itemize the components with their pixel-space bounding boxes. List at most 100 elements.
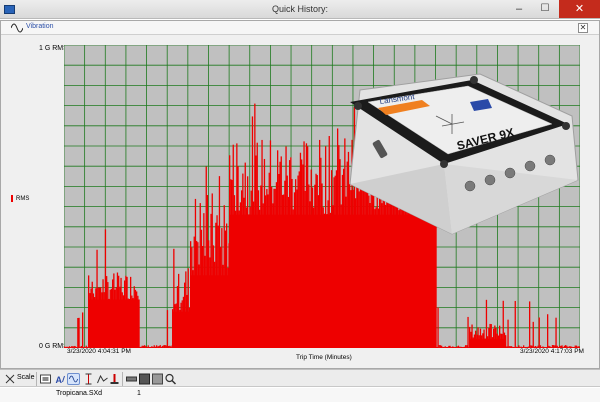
rms-bar <box>555 317 557 348</box>
title-bar: Quick History: – ☐ ✕ <box>0 0 600 19</box>
rms-bar <box>164 345 166 348</box>
rms-bar <box>455 347 457 348</box>
legend-label: RMS <box>16 196 30 203</box>
scale-button-label[interactable]: Scale <box>17 374 35 386</box>
maximize-button[interactable]: ☐ <box>533 0 557 18</box>
legend-swatch <box>11 195 13 202</box>
sine-wave-icon <box>11 23 23 33</box>
rms-bar <box>456 346 458 348</box>
x-axis-start-label: 3/23/2020 4:04:31 PM <box>67 348 131 355</box>
settings-icon[interactable] <box>39 373 52 385</box>
rms-bar <box>459 346 461 348</box>
rms-bar <box>150 347 152 348</box>
panel-close-button[interactable]: ✕ <box>578 23 588 33</box>
scale-icon[interactable] <box>5 373 15 385</box>
saver-9x-device-image: Lansmont SAVER 9X <box>349 73 579 235</box>
rms-bar <box>445 347 448 348</box>
rms-bar <box>529 301 531 348</box>
rms-segment-body <box>172 311 191 348</box>
stop-icon[interactable] <box>138 373 151 385</box>
x-axis-end-label: 3/23/2020 4:17:03 PM <box>520 348 584 355</box>
view-icon[interactable] <box>151 373 164 385</box>
rms-bar <box>140 346 142 348</box>
rms-bar <box>437 307 439 348</box>
rms-bar <box>163 345 165 348</box>
toolbar-separator <box>122 372 123 386</box>
rms-bar <box>441 345 443 348</box>
rms-bar <box>169 345 171 348</box>
panel-title: Vibration <box>26 23 54 30</box>
rms-bar <box>151 346 153 348</box>
rms-bar <box>154 346 157 348</box>
rms-segment-body <box>190 275 230 348</box>
rms-bar <box>139 347 141 348</box>
rms-bar <box>438 345 440 348</box>
rms-bar <box>448 345 450 348</box>
rms-bar <box>508 346 510 348</box>
rms-bar <box>152 346 154 348</box>
rms-bar <box>447 347 449 348</box>
rms-bar <box>454 347 456 348</box>
rms-bar <box>466 345 468 348</box>
zoom-icon[interactable] <box>164 373 177 385</box>
rms-bar <box>511 346 513 348</box>
rms-bar <box>463 346 466 348</box>
rms-bar <box>444 346 446 348</box>
rms-bar <box>547 314 549 348</box>
rms-bar <box>462 347 464 348</box>
rms-bar <box>146 346 148 348</box>
rms-bar <box>165 345 167 348</box>
svg-text:A: A <box>56 375 63 385</box>
auto-scale-icon[interactable]: A <box>54 373 67 385</box>
rms-bar <box>160 346 163 348</box>
rms-bar <box>158 345 160 348</box>
rms-bar <box>157 346 159 348</box>
rms-segment-body <box>88 299 139 348</box>
rms-bar <box>170 346 172 348</box>
rms-bar <box>142 345 145 348</box>
rms-bar <box>64 346 66 348</box>
rms-bar <box>505 346 507 348</box>
bar-icon[interactable] <box>125 373 138 385</box>
rms-bar <box>147 345 149 348</box>
legend: RMS <box>11 195 29 202</box>
rms-bar <box>148 347 151 348</box>
rms-bar <box>512 347 514 348</box>
rms-bar <box>436 347 438 348</box>
rms-bar <box>515 346 518 348</box>
rms-bar <box>505 335 507 348</box>
rms-bar <box>465 345 467 348</box>
rms-bar <box>144 345 146 348</box>
rms-bar <box>442 346 444 348</box>
status-bar: Tropicana.SXd 1 <box>0 388 600 402</box>
rms-bar <box>77 317 79 348</box>
rms-bar <box>514 300 516 348</box>
rms-segment-body <box>469 338 506 348</box>
rms-bar <box>162 345 164 348</box>
waveform-icon[interactable] <box>67 373 80 385</box>
x-axis-title: Trip Time (Minutes) <box>296 354 352 361</box>
rms-bar <box>443 346 445 348</box>
minimize-button[interactable]: – <box>507 0 531 18</box>
rms-bar <box>457 345 460 348</box>
status-count: 1 <box>137 390 141 397</box>
rms-bar <box>450 347 452 348</box>
rms-bar <box>506 346 508 348</box>
toolbar: Scale A <box>0 369 600 387</box>
toolbar-separator <box>36 372 37 386</box>
cursor-icon[interactable] <box>82 373 95 385</box>
rms-bar <box>78 317 80 348</box>
rms-bar <box>141 345 143 348</box>
rms-bar <box>145 346 147 348</box>
rms-bar <box>82 312 84 348</box>
marker-icon[interactable] <box>108 373 121 385</box>
rms-bar <box>449 345 451 348</box>
rms-bar <box>159 345 161 348</box>
rms-bar <box>509 346 512 348</box>
rms-bar <box>461 347 463 348</box>
rms-bar <box>451 346 454 348</box>
rms-bar <box>439 345 442 348</box>
rms-bar <box>507 319 509 348</box>
close-button[interactable]: ✕ <box>559 0 600 18</box>
rms-bar <box>467 316 469 348</box>
